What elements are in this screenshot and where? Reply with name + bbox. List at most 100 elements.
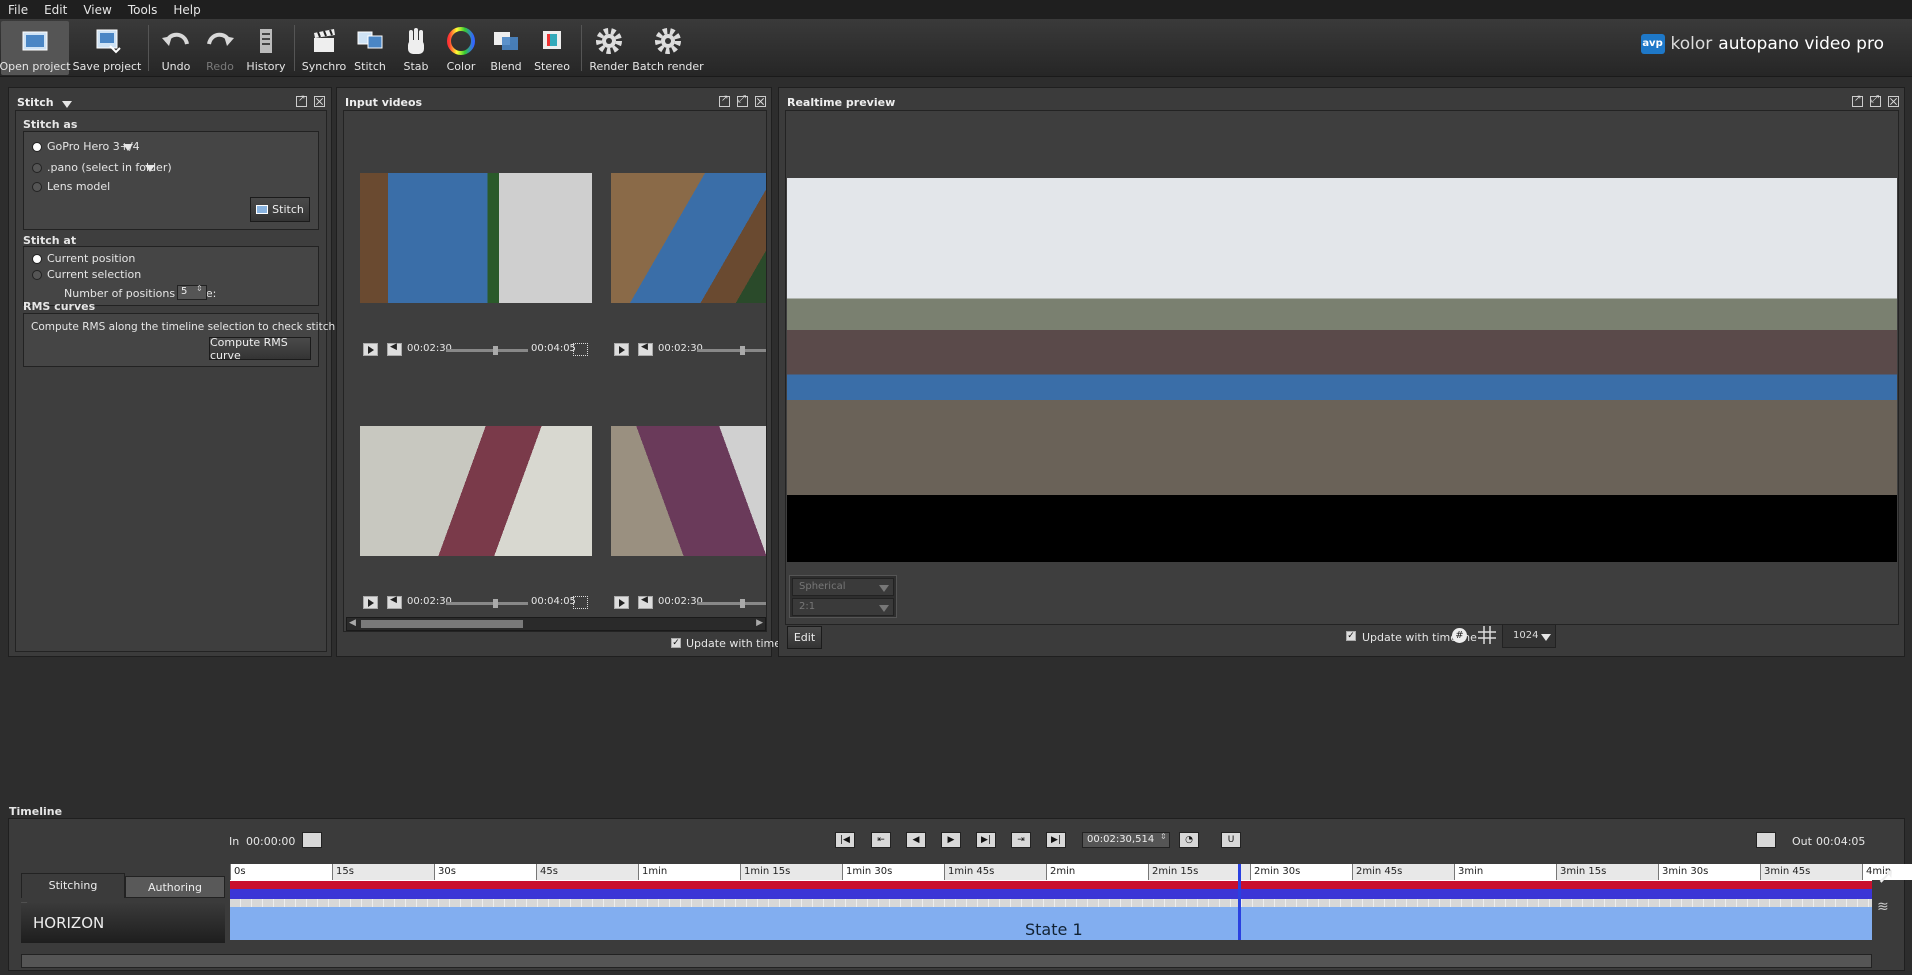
ratio-select[interactable]: 2:1	[792, 598, 894, 616]
horizontal-scrollbar[interactable]: ◀ ▶	[346, 617, 766, 631]
menu-tools[interactable]: Tools	[120, 3, 166, 17]
close-icon[interactable]	[1888, 96, 1899, 107]
pointer-tool-icon[interactable]: ➚	[1877, 864, 1899, 892]
play-icon[interactable]	[363, 596, 378, 609]
play-icon[interactable]	[363, 343, 378, 356]
edit-button[interactable]: Edit	[787, 626, 822, 649]
redo-button[interactable]: Redo	[200, 21, 240, 75]
go-in-icon[interactable]: ⇤	[871, 832, 891, 848]
volume-icon[interactable]	[638, 595, 653, 609]
blend-button[interactable]: Blend	[486, 21, 526, 75]
preview-viewport[interactable]	[785, 110, 1899, 625]
play-icon[interactable]	[614, 343, 629, 356]
render-button[interactable]: Render	[587, 21, 631, 75]
go-end-icon[interactable]: ▶|	[1046, 832, 1066, 848]
history-button[interactable]: History	[244, 21, 288, 75]
update-timeline-checkbox[interactable]: ✓	[671, 638, 681, 648]
resolution-select[interactable]: 1024	[1502, 624, 1556, 648]
popout-icon[interactable]	[719, 94, 730, 107]
pano-dropdown-arrow-icon[interactable]	[145, 165, 155, 172]
go-start-icon[interactable]: |◀	[835, 832, 855, 848]
stitch-panel: Stitch Stitch as GoPro Hero 3+/4 .pano (…	[8, 87, 392, 657]
save-project-button[interactable]: Save project	[73, 21, 141, 75]
toolbar-separator	[148, 25, 149, 71]
radio-current-selection[interactable]	[32, 270, 42, 280]
open-project-button[interactable]: Open project	[0, 21, 71, 75]
video-thumbnail[interactable]	[611, 173, 766, 303]
clock-icon[interactable]: ◔	[1179, 832, 1199, 848]
volume-icon[interactable]	[638, 342, 653, 356]
radio-pano[interactable]	[32, 163, 42, 173]
hash-icon[interactable]: #	[1452, 628, 1467, 643]
tab-authoring[interactable]: Authoring	[125, 876, 225, 898]
play-icon[interactable]	[614, 596, 629, 609]
menu-help[interactable]: Help	[165, 3, 208, 17]
seek-bar[interactable]	[697, 346, 766, 355]
video-thumbnail[interactable]	[611, 426, 766, 556]
playhead-cursor[interactable]	[1238, 864, 1242, 940]
undo-button[interactable]: Undo	[156, 21, 196, 75]
scroll-left-icon[interactable]: ◀	[349, 618, 356, 628]
preview-update-checkbox[interactable]: ✓	[1346, 631, 1356, 641]
seek-handle[interactable]	[492, 599, 498, 608]
popout-icon[interactable]	[296, 94, 307, 107]
maximize-icon[interactable]	[1870, 94, 1881, 107]
video-thumbnail[interactable]	[360, 173, 592, 303]
step-back-icon[interactable]: ◀	[906, 832, 926, 848]
step-forward-icon[interactable]: ▶|	[976, 832, 996, 848]
scrollbar-thumb[interactable]	[361, 620, 523, 628]
state-bar[interactable]: State 1	[230, 907, 1872, 940]
fullscreen-icon[interactable]	[573, 343, 588, 356]
compute-rms-button[interactable]: Compute RMS curve	[209, 336, 311, 362]
projection-select[interactable]: Spherical	[792, 578, 894, 596]
avp-logo-icon: avp	[1640, 34, 1665, 54]
stitch-action-button[interactable]: Stitch	[250, 197, 310, 222]
volume-icon[interactable]	[387, 342, 402, 356]
popout-icon[interactable]	[1852, 94, 1863, 107]
menu-view[interactable]: View	[75, 3, 119, 17]
maximize-icon[interactable]	[737, 94, 748, 107]
stitch-icon	[256, 205, 269, 214]
seek-bar[interactable]	[446, 346, 528, 355]
set-in-flag-icon[interactable]	[302, 832, 322, 848]
tab-stitching[interactable]: Stitching	[21, 873, 125, 898]
close-icon[interactable]	[314, 96, 325, 107]
stitch-button[interactable]: Stitch	[350, 21, 390, 75]
close-icon[interactable]	[755, 96, 766, 107]
seek-bar[interactable]	[697, 599, 766, 608]
color-button[interactable]: Color	[441, 21, 481, 75]
ruler-tick-label: 2min 30s	[1250, 864, 1352, 880]
fullscreen-icon[interactable]	[573, 596, 588, 609]
current-time-spinbox[interactable]: 00:02:30,514 ⇕	[1082, 832, 1170, 848]
ruler-tick-label: 1min 30s	[842, 864, 944, 880]
magnet-icon[interactable]: U	[1221, 832, 1241, 848]
stab-button[interactable]: Stab	[396, 21, 436, 75]
set-out-flag-icon[interactable]	[1756, 832, 1776, 848]
razor-tool-icon[interactable]: ≋	[1877, 899, 1899, 919]
radio-current-position[interactable]	[32, 254, 42, 264]
time-ruler[interactable]: 0s 15s 30s 45s 1min 1min 15s 1min 30s 1min 45s 2…	[230, 864, 1912, 881]
video-thumbnail[interactable]	[360, 426, 592, 556]
grid-icon[interactable]	[1478, 626, 1496, 644]
menu-file[interactable]: File	[0, 3, 36, 17]
volume-icon[interactable]	[387, 595, 402, 609]
scroll-right-icon[interactable]: ▶	[756, 618, 763, 628]
stereo-button[interactable]: Stereo	[531, 21, 573, 75]
positions-spinbox[interactable]: 5 ⇕	[177, 284, 207, 300]
batch-render-button[interactable]: Batch render	[632, 21, 704, 75]
synchro-button[interactable]: Synchro	[301, 21, 347, 75]
seek-bar[interactable]	[446, 599, 528, 608]
timeline-hscrollbar[interactable]	[21, 954, 1872, 968]
stitch-panel-menu-arrow-icon[interactable]	[62, 101, 72, 108]
stitch-at-box: Current position Current selection Numbe…	[23, 246, 319, 306]
menu-edit[interactable]: Edit	[36, 3, 75, 17]
gopro-dropdown-arrow-icon[interactable]	[123, 144, 133, 151]
radio-lens-model[interactable]	[32, 182, 42, 192]
play-icon[interactable]: ▶	[941, 832, 961, 848]
seek-handle[interactable]	[739, 599, 745, 608]
blue-track	[230, 889, 1872, 899]
seek-handle[interactable]	[492, 346, 498, 355]
go-out-icon[interactable]: ⇥	[1011, 832, 1031, 848]
radio-gopro[interactable]	[32, 142, 42, 152]
seek-handle[interactable]	[739, 346, 745, 355]
